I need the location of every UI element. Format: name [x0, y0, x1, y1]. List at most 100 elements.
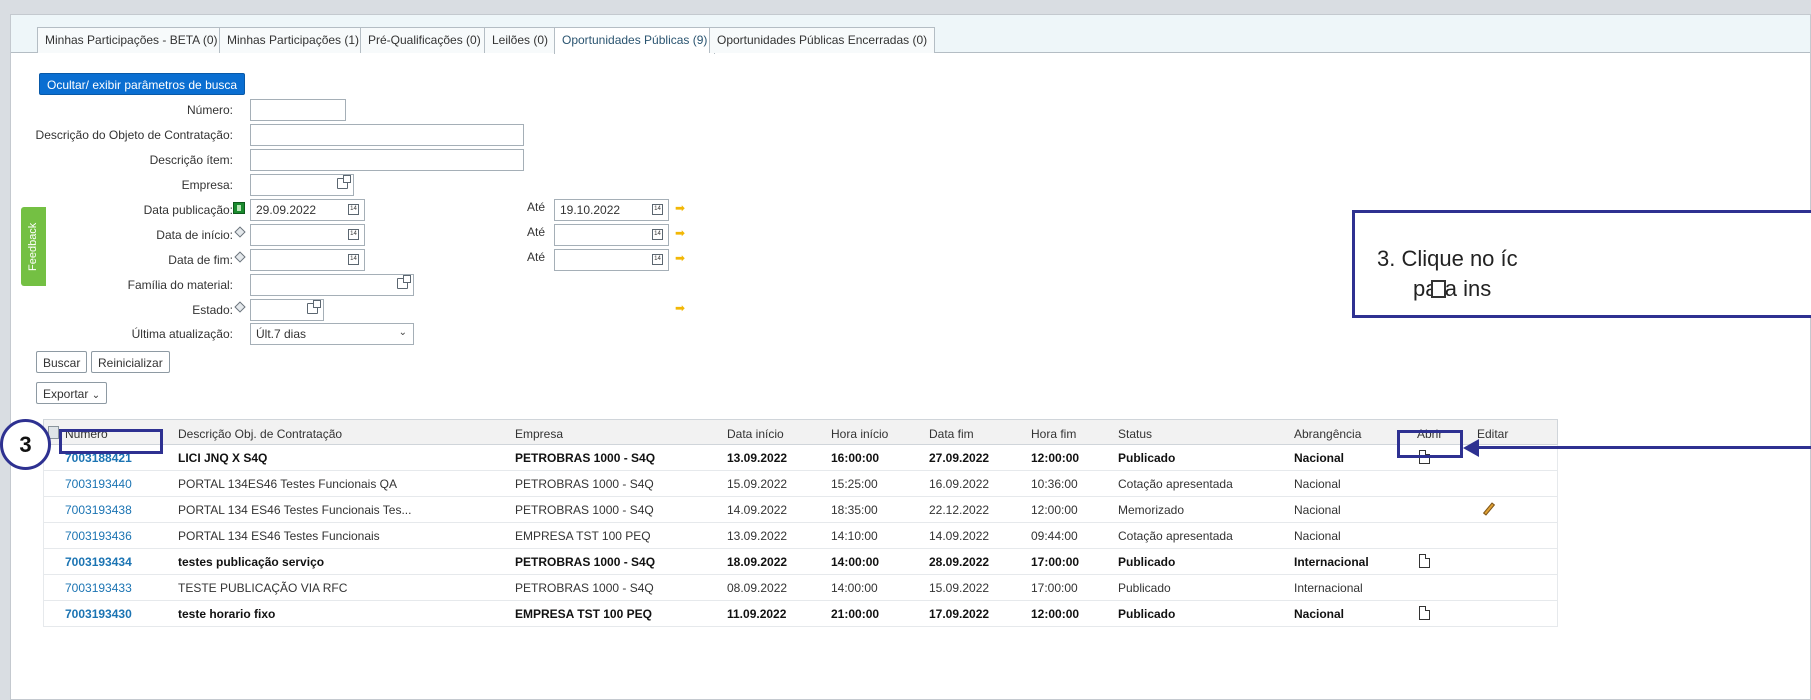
data-publicacao-de-value: 29.09.2022	[256, 203, 317, 217]
familia-material-input[interactable]	[250, 274, 414, 296]
hora-fim-cell: 09:44:00	[1031, 529, 1078, 543]
calendar-icon[interactable]: 14	[652, 254, 663, 265]
empresa-cell: PETROBRAS 1000 - S4Q	[515, 555, 656, 569]
header-hora-fim[interactable]: Hora fim	[1031, 427, 1076, 441]
empresa-cell: PETROBRAS 1000 - S4Q	[515, 581, 654, 595]
arrow-right-icon[interactable]: ➡	[675, 227, 685, 239]
descricao-item-input[interactable]	[250, 149, 524, 171]
descricao-item-label: Descrição ítem:	[149, 153, 233, 167]
exportar-button[interactable]: Exportar ⌄	[36, 382, 108, 404]
annotation-arrow-line	[1476, 446, 1811, 449]
descricao-objeto-input[interactable]	[250, 124, 524, 146]
estado-input[interactable]	[250, 299, 324, 321]
operator-diamond-icon[interactable]	[234, 226, 246, 238]
operator-diamond-icon[interactable]	[234, 301, 246, 313]
tab-minhas-participacoes-beta[interactable]: Minhas Participações - BETA (0)	[37, 27, 226, 53]
abrangencia-cell: Nacional	[1294, 503, 1341, 517]
tab-oportunidades-publicas[interactable]: Oportunidades Públicas (9)	[554, 27, 716, 54]
header-abrangencia[interactable]: Abrangência	[1294, 427, 1361, 441]
value-help-icon[interactable]	[337, 175, 351, 189]
calendar-icon[interactable]: 14	[652, 229, 663, 240]
header-hora-inicio[interactable]: Hora início	[831, 427, 888, 441]
table-header: Número Descrição Obj. de Contratação Emp…	[43, 419, 1558, 445]
calendar-icon[interactable]: 14	[348, 254, 359, 265]
numero-label: Número:	[186, 103, 233, 117]
header-status[interactable]: Status	[1118, 427, 1152, 441]
table-row[interactable]: 7003193436 PORTAL 134 ES46 Testes Funcio…	[43, 523, 1558, 549]
numero-link[interactable]: 7003193438	[65, 503, 132, 517]
callout-line-2: para ins	[1413, 276, 1491, 302]
status-cell: Publicado	[1118, 555, 1176, 569]
arrow-right-icon[interactable]: ➡	[675, 252, 685, 264]
calendar-icon[interactable]: 14	[348, 229, 359, 240]
data-fim-cell: 22.12.2022	[929, 503, 990, 517]
table-row[interactable]: 7003193430 teste horario fixo EMPRESA TS…	[43, 601, 1558, 627]
value-help-icon[interactable]	[307, 300, 321, 314]
numero-link[interactable]: 7003193434	[65, 555, 132, 569]
numero-link[interactable]: 7003193440	[65, 477, 132, 491]
table-row[interactable]: 7003193440 PORTAL 134ES46 Testes Funcion…	[43, 471, 1558, 497]
data-inicio-ate-input[interactable]: 14	[554, 224, 669, 246]
ate-label: Até	[527, 250, 546, 264]
data-inicio-cell: 11.09.2022	[727, 607, 787, 621]
header-data-inicio[interactable]: Data início	[727, 427, 784, 441]
data-publicacao-ate-input[interactable]: 19.10.2022 14	[554, 199, 669, 221]
hora-inicio-cell: 14:00:00	[831, 581, 878, 595]
hora-inicio-cell: 14:10:00	[831, 529, 878, 543]
ate-label: Até	[527, 225, 546, 239]
table-row[interactable]: 7003193433 TESTE PUBLICAÇÃO VIA RFC PETR…	[43, 575, 1558, 601]
table-row[interactable]: 7003188421 LICI JNQ X S4Q PETROBRAS 1000…	[43, 445, 1558, 471]
header-empresa[interactable]: Empresa	[515, 427, 563, 441]
highlight-numero-box	[59, 429, 163, 454]
calendar-icon[interactable]: 14	[652, 204, 663, 215]
data-inicio-de-input[interactable]: 14	[250, 224, 365, 246]
value-help-icon[interactable]	[397, 275, 411, 289]
data-publicacao-de-input[interactable]: 29.09.2022 14	[250, 199, 365, 221]
descricao-cell: teste horario fixo	[178, 607, 276, 621]
hora-fim-cell: 17:00:00	[1031, 581, 1078, 595]
abrangencia-cell: Nacional	[1294, 451, 1345, 465]
data-fim-ate-input[interactable]: 14	[554, 249, 669, 271]
ultima-atualizacao-label: Última atualização:	[131, 327, 233, 341]
header-descricao[interactable]: Descrição Obj. de Contratação	[178, 427, 342, 441]
status-cell: Memorizado	[1118, 503, 1185, 517]
tab-minhas-participacoes[interactable]: Minhas Participações (1)	[219, 27, 368, 53]
header-data-fim[interactable]: Data fim	[929, 427, 974, 441]
toggle-search-params-button[interactable]: Ocultar/ exibir parâmetros de busca	[39, 73, 246, 95]
ate-label: Até	[527, 200, 546, 214]
numero-link[interactable]: 7003193436	[65, 529, 132, 543]
reinicializar-button[interactable]: Reinicializar	[91, 351, 170, 373]
data-inicio-cell: 08.09.2022	[727, 581, 788, 595]
empresa-input[interactable]	[250, 174, 354, 196]
empresa-cell: PETROBRAS 1000 - S4Q	[515, 451, 656, 465]
numero-input[interactable]	[250, 99, 346, 121]
table-row[interactable]: 7003193434 testes publicação serviço PET…	[43, 549, 1558, 575]
header-editar[interactable]: Editar	[1477, 427, 1508, 441]
feedback-tab[interactable]: Feedback	[21, 207, 46, 286]
arrow-right-icon[interactable]: ➡	[675, 302, 685, 314]
step-marker: 3	[0, 419, 51, 470]
status-cell: Cotação apresentada	[1118, 477, 1233, 491]
document-icon[interactable]	[1419, 606, 1430, 620]
operator-diamond-icon[interactable]	[234, 251, 246, 263]
interval-selector-icon[interactable]	[233, 202, 245, 214]
tab-pre-qualificacoes[interactable]: Pré-Qualificações (0)	[360, 27, 489, 53]
abrangencia-cell: Nacional	[1294, 477, 1341, 491]
hora-inicio-cell: 21:00:00	[831, 607, 880, 621]
numero-link[interactable]: 7003193430	[65, 607, 132, 621]
hora-inicio-cell: 18:35:00	[831, 503, 878, 517]
empresa-label: Empresa:	[181, 178, 233, 192]
ultima-atualizacao-select[interactable]: Últ.7 dias ⌄	[250, 323, 414, 345]
table-row[interactable]: 7003193438 PORTAL 134 ES46 Testes Funcio…	[43, 497, 1558, 523]
data-fim-de-input[interactable]: 14	[250, 249, 365, 271]
numero-link[interactable]: 7003193433	[65, 581, 132, 595]
tab-oportunidades-publicas-encerradas[interactable]: Oportunidades Públicas Encerradas (0)	[709, 27, 936, 53]
data-inicio-cell: 13.09.2022	[727, 529, 788, 543]
arrow-right-icon[interactable]: ➡	[675, 202, 685, 214]
buscar-button[interactable]: Buscar	[36, 351, 88, 373]
pencil-icon[interactable]	[1482, 502, 1496, 516]
calendar-icon[interactable]: 14	[348, 204, 359, 215]
tab-leiloes[interactable]: Leilões (0)	[484, 27, 557, 53]
descricao-cell: testes publicação serviço	[178, 555, 325, 569]
document-icon[interactable]	[1419, 554, 1430, 568]
